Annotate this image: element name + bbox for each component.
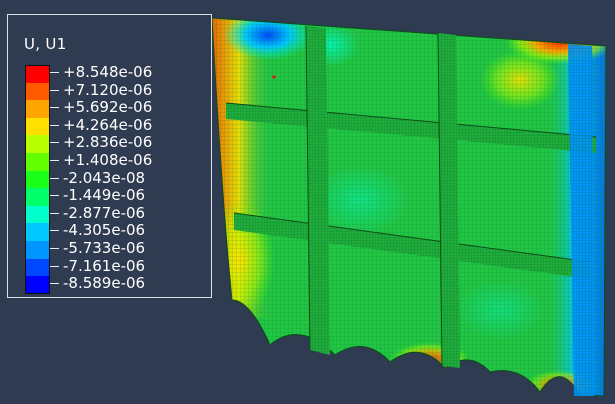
legend-swatch [25,223,50,241]
vertical-stiffener-1 [305,25,330,355]
contour-field [212,18,606,396]
legend-value: -2.043e-08 [63,168,146,187]
legend-value: +4.264e-06 [63,115,153,134]
legend-tick [50,159,59,161]
legend-swatch [25,276,50,294]
legend-tick [50,212,59,214]
legend-tick [50,283,59,285]
legend-swatch [25,82,50,101]
shell-panel[interactable] [205,10,615,400]
legend-swatch [25,152,50,171]
legend-tick [50,195,59,197]
legend-tick [50,230,59,232]
legend-value: -2.877e-06 [63,203,146,222]
legend-title: U, U1 [24,35,67,53]
legend-value: +7.120e-06 [63,80,153,99]
legend-value: +8.548e-06 [63,63,153,81]
legend-value: -1.449e-06 [63,186,146,205]
legend-value: -5.733e-06 [63,238,146,257]
legend-tick [50,89,59,91]
legend-swatch [25,65,50,83]
legend-tick [50,72,59,73]
legend-tick [50,247,59,249]
legend-swatch [25,240,50,259]
legend-value: -4.305e-06 [63,221,146,240]
legend-swatch [25,117,50,136]
legend-value: +2.836e-06 [63,133,153,152]
legend-tick [50,124,59,126]
legend-swatch [25,170,50,189]
legend-scale: +8.548e-06 +7.120e-06 +5.692e-06 +4.264e-06… [25,63,215,294]
legend-value: -7.161e-06 [63,256,146,275]
legend-row: +1.408e-06 [25,150,215,171]
legend-swatch [25,258,50,277]
marker-point [272,75,276,79]
legend-value: +1.408e-06 [63,150,153,169]
legend-swatch [25,135,50,153]
legend-swatch [25,188,50,206]
legend-swatch [25,100,50,118]
legend-tick [50,107,59,109]
legend-row: -8.589e-06 [25,274,215,294]
legend-row: +8.548e-06 [25,63,215,83]
legend-row: -5.733e-06 [25,238,215,259]
legend-swatch [25,205,50,224]
legend-tick [50,142,59,144]
legend-value: -8.589e-06 [63,274,146,293]
legend-tick [50,177,59,179]
legend-tick [50,265,59,267]
contour-legend: U, U1 +8.548e-06 +7.120e-06 +5.692e-06 +4.2… [7,14,212,298]
legend-value: +5.692e-06 [63,98,153,117]
